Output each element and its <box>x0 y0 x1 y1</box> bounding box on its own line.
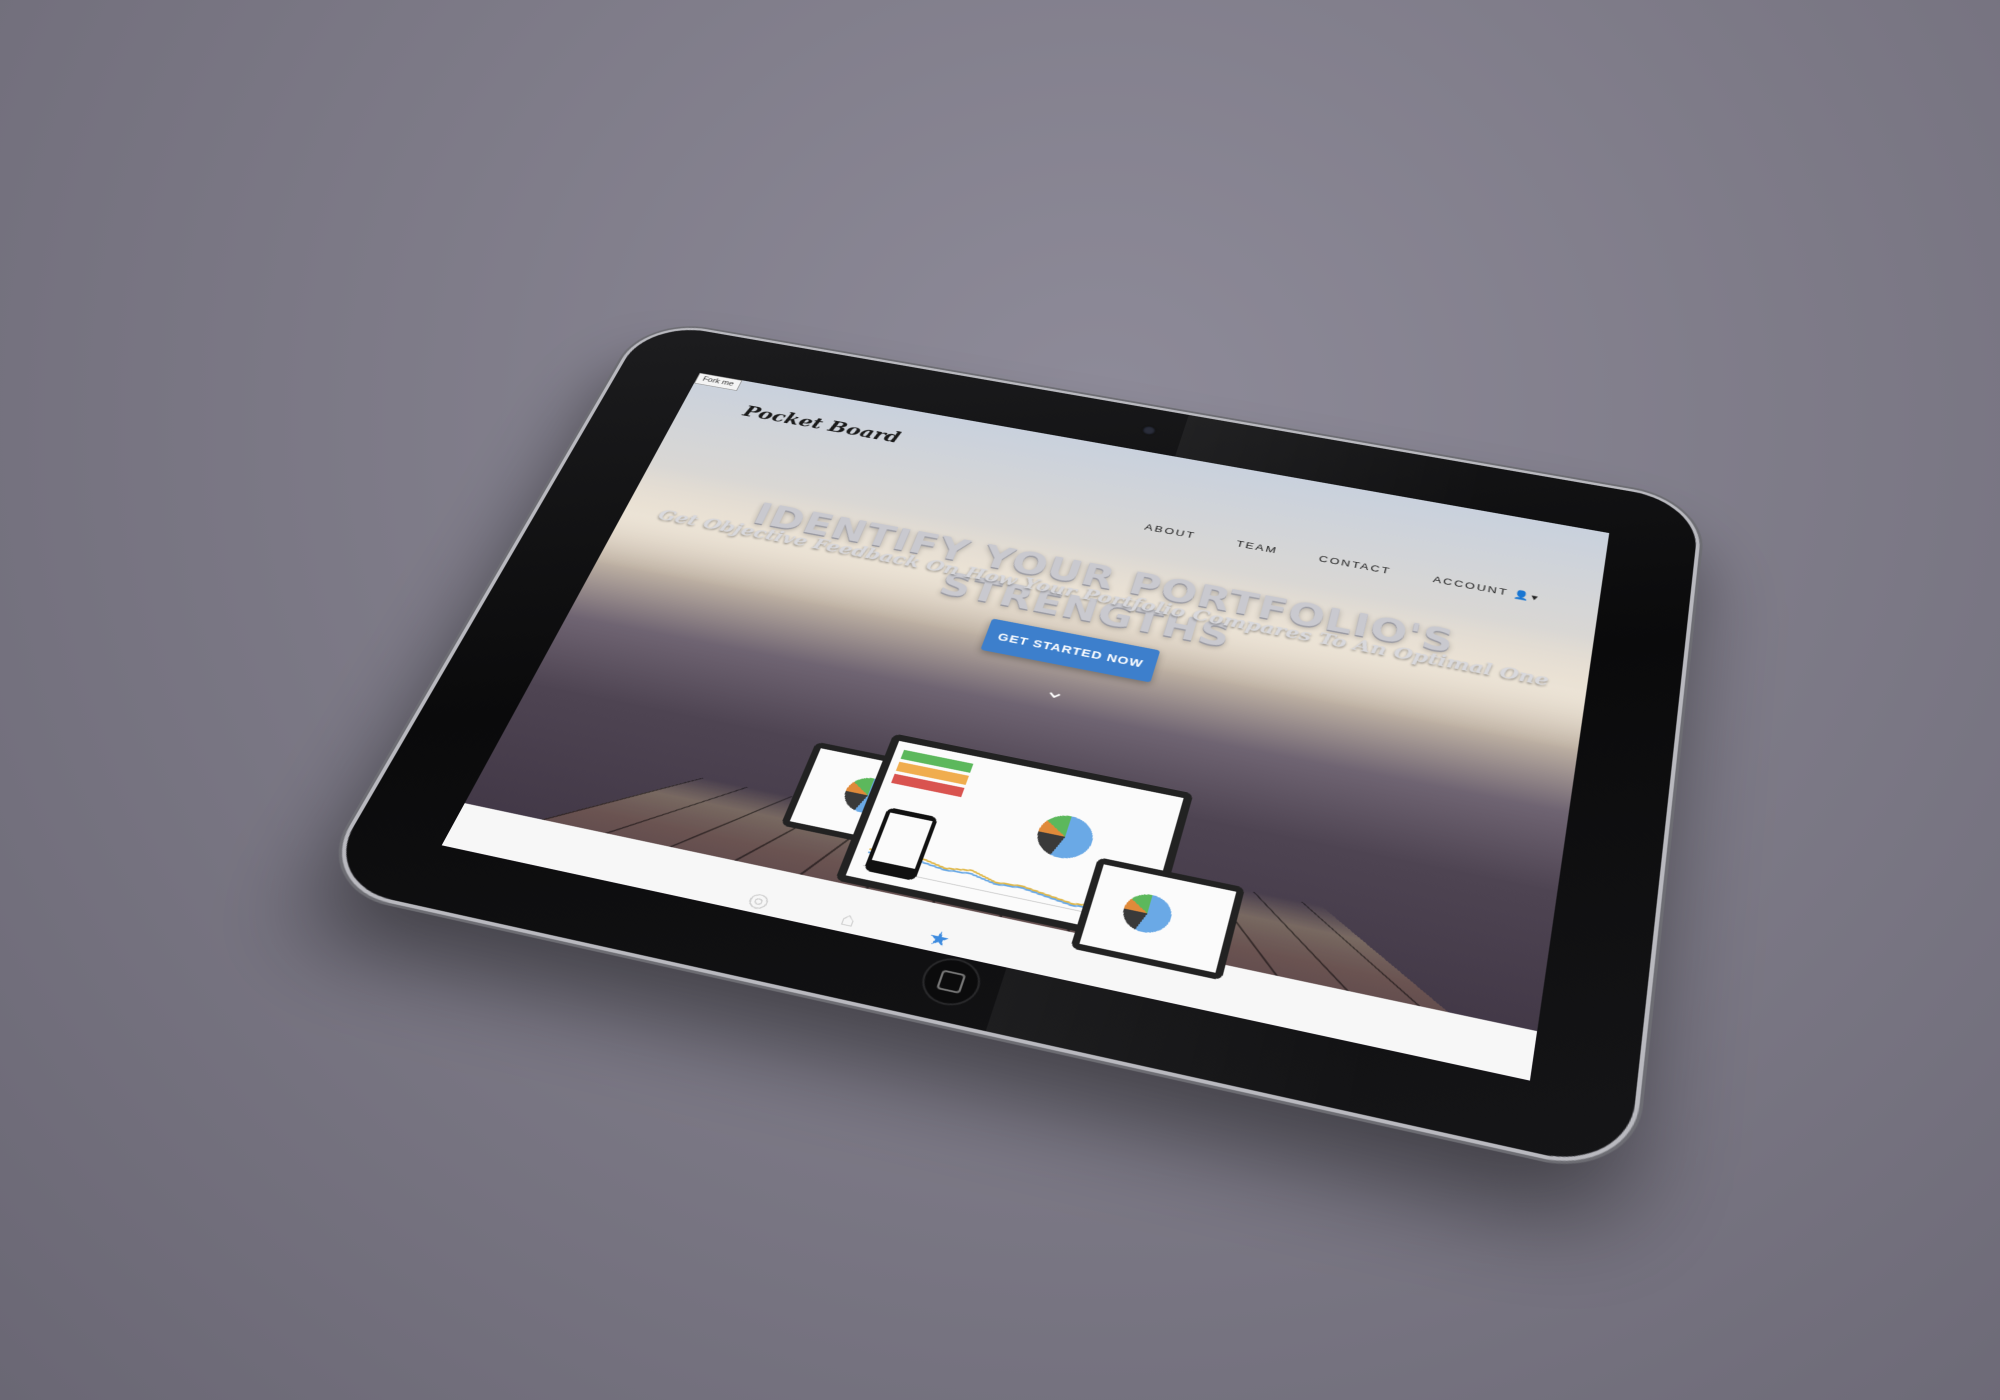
brand-logo[interactable]: Pocket Board <box>740 402 903 446</box>
mockup-stage: Fork me Pocket Board ABOUT TEAM CONTACT … <box>0 0 2000 1400</box>
nav-contact[interactable]: CONTACT <box>1318 553 1392 576</box>
chevron-down-icon[interactable]: ⌄ <box>1039 679 1073 704</box>
device-tablet-right <box>1070 857 1246 981</box>
home-button-square-icon <box>936 969 967 994</box>
pie-chart-icon <box>1118 890 1176 937</box>
nav-account[interactable]: ACCOUNT 👤▾ <box>1432 574 1540 604</box>
nav-team[interactable]: TEAM <box>1235 538 1279 556</box>
tablet-device: Fork me Pocket Board ABOUT TEAM CONTACT … <box>320 321 1701 1174</box>
home-icon[interactable]: ⌂ <box>837 907 859 932</box>
pie-chart-icon <box>1031 811 1099 864</box>
nav-about[interactable]: ABOUT <box>1143 522 1197 541</box>
